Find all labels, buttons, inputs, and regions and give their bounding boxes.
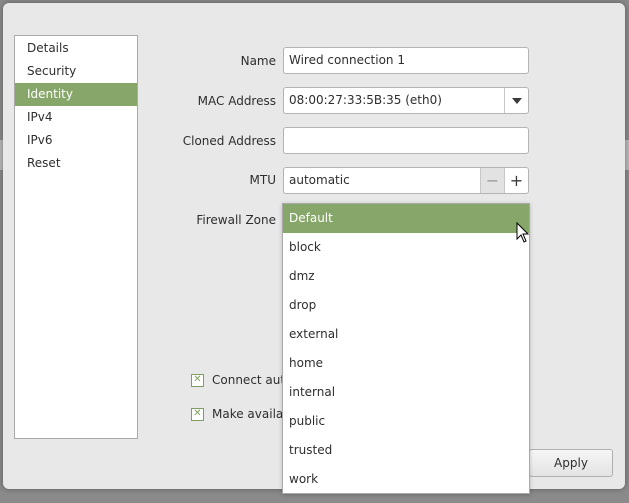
mtu-label: MTU	[249, 173, 276, 187]
name-label: Name	[240, 54, 276, 68]
apply-button[interactable]: Apply	[529, 449, 613, 477]
name-input[interactable]: Wired connection 1	[283, 47, 529, 74]
mtu-decrement-button[interactable]: −	[480, 168, 504, 193]
sidebar-item-reset[interactable]: Reset	[15, 152, 137, 175]
dropdown-option-block[interactable]: block	[283, 233, 529, 262]
mac-address-combo[interactable]: 08:00:27:33:5B:35 (eth0)	[283, 87, 529, 114]
make-available-row[interactable]: ✕ Make availab	[191, 407, 291, 421]
dropdown-option-home[interactable]: home	[283, 349, 529, 378]
connect-automatically-row[interactable]: ✕ Connect auto	[191, 373, 292, 387]
sidebar-item-details[interactable]: Details	[15, 37, 137, 60]
dropdown-option-internal[interactable]: internal	[283, 378, 529, 407]
cloned-address-label: Cloned Address	[182, 134, 276, 148]
cloned-address-input[interactable]	[283, 127, 529, 154]
make-available-checkbox[interactable]: ✕	[191, 407, 204, 421]
sidebar-item-security[interactable]: Security	[15, 60, 137, 83]
make-available-label: Make availab	[212, 407, 291, 421]
sidebar-item-identity[interactable]: Identity	[15, 83, 137, 106]
sidebar-item-ipv6[interactable]: IPv6	[15, 129, 137, 152]
chevron-down-icon[interactable]	[504, 88, 528, 113]
dropdown-option-work[interactable]: work	[283, 465, 529, 494]
dropdown-option-drop[interactable]: drop	[283, 291, 529, 320]
dropdown-option-external[interactable]: external	[283, 320, 529, 349]
mouse-pointer-icon	[516, 222, 530, 243]
dropdown-option-dmz[interactable]: dmz	[283, 262, 529, 291]
dropdown-option-trusted[interactable]: trusted	[283, 436, 529, 465]
mac-address-value: 08:00:27:33:5B:35 (eth0)	[289, 93, 442, 107]
connect-automatically-label: Connect auto	[212, 373, 293, 387]
mtu-spinbutton[interactable]: automatic − +	[283, 167, 529, 194]
mtu-value: automatic	[289, 173, 350, 187]
settings-sidebar: Details Security Identity IPv4 IPv6 Rese…	[14, 35, 138, 439]
dropdown-option-default[interactable]: Default	[283, 204, 529, 233]
dropdown-option-public[interactable]: public	[283, 407, 529, 436]
firewall-zone-label: Firewall Zone	[196, 213, 276, 227]
mac-address-label: MAC Address	[197, 94, 276, 108]
sidebar-item-ipv4[interactable]: IPv4	[15, 106, 137, 129]
connect-automatically-checkbox[interactable]: ✕	[191, 373, 204, 387]
mtu-increment-button[interactable]: +	[504, 168, 528, 193]
firewall-zone-dropdown[interactable]: Default block dmz drop external home int…	[282, 203, 530, 494]
